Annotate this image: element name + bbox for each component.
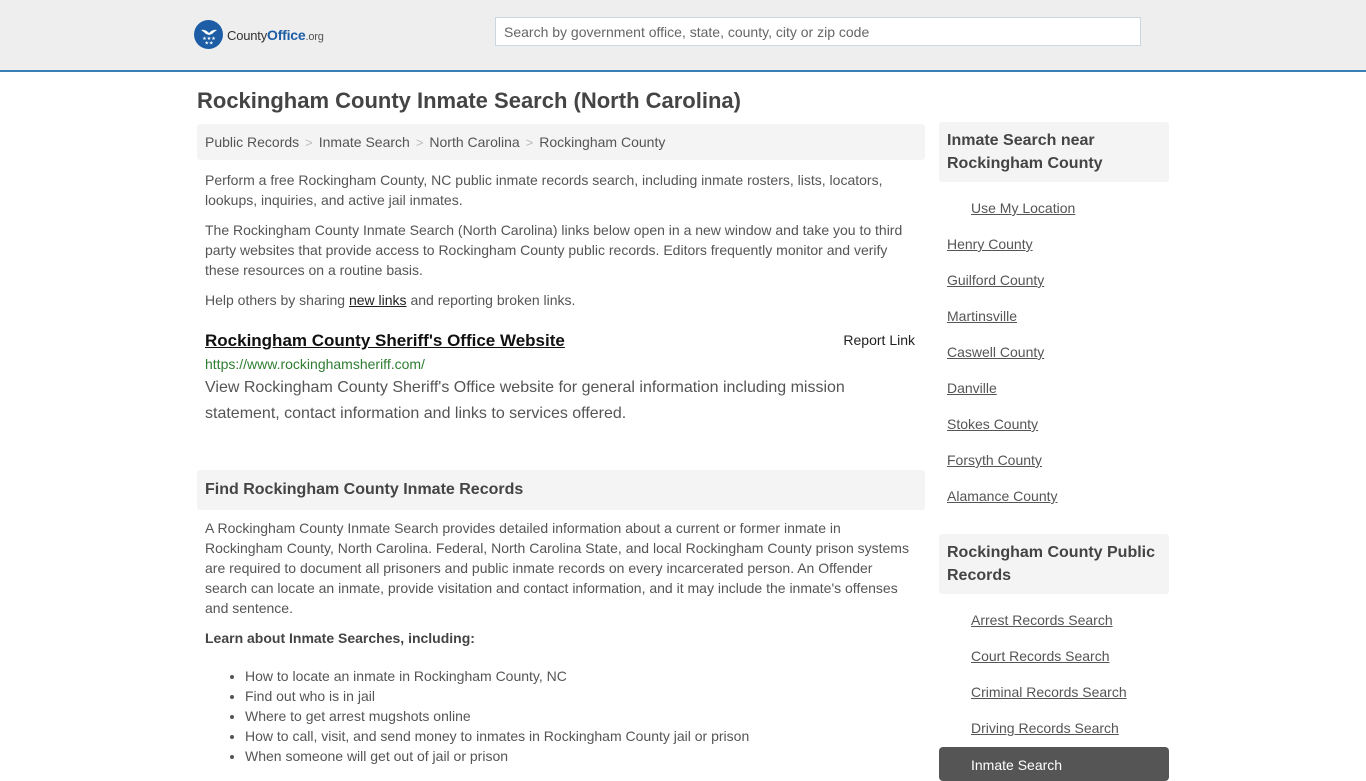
breadcrumb-rockingham-county[interactable]: Rockingham County (539, 134, 665, 150)
nearby-link[interactable]: Stokes County (947, 414, 1161, 434)
list-item: Find out who is in jail (245, 686, 925, 706)
eagle-stars-icon: ★★★ ★★ (194, 20, 223, 49)
site-logo[interactable]: ★★★ ★★ CountyOffice.org (194, 20, 324, 49)
breadcrumb-separator: > (305, 134, 313, 150)
result-title-link[interactable]: Rockingham County Sheriff's Office Websi… (205, 331, 565, 350)
nearby-link[interactable]: Forsyth County (947, 450, 1161, 470)
public-records-heading: Rockingham County Public Records (939, 534, 1169, 594)
learn-heading: Learn about Inmate Searches, including: (205, 630, 475, 646)
nearby-heading: Inmate Search near Rockingham County (939, 122, 1169, 182)
site-header: ★★★ ★★ CountyOffice.org (0, 0, 1366, 72)
sidebar: Inmate Search near Rockingham County Use… (939, 122, 1169, 781)
nearby-link[interactable]: Caswell County (947, 342, 1161, 362)
breadcrumb-separator: > (415, 134, 424, 150)
public-records-list: Arrest Records Search Court Records Sear… (939, 610, 1169, 738)
nearby-link[interactable]: Danville (947, 378, 1161, 398)
logo-text: CountyOffice.org (227, 26, 324, 43)
nearby-link[interactable]: Guilford County (947, 270, 1161, 290)
records-link[interactable]: Driving Records Search (971, 718, 1161, 738)
nearby-link[interactable]: Henry County (947, 234, 1161, 254)
result-url: https://www.rockinghamsheriff.com/ (205, 356, 425, 372)
breadcrumb-public-records[interactable]: Public Records (205, 134, 299, 150)
list-item: When someone will get out of jail or pri… (245, 746, 925, 766)
breadcrumb-north-carolina[interactable]: North Carolina (429, 134, 519, 150)
intro-paragraph: Perform a free Rockingham County, NC pub… (205, 172, 883, 208)
share-paragraph: Help others by sharing new links and rep… (205, 292, 576, 308)
main-content: Public Records > Inmate Search > North C… (197, 124, 925, 766)
breadcrumb-inmate-search[interactable]: Inmate Search (319, 134, 410, 150)
result-item: Rockingham County Sheriff's Office Websi… (197, 330, 925, 427)
breadcrumb: Public Records > Inmate Search > North C… (197, 124, 925, 160)
find-records-paragraph: A Rockingham County Inmate Search provid… (205, 520, 909, 616)
nearby-link[interactable]: Martinsville (947, 306, 1161, 326)
new-links-link[interactable]: new links (349, 292, 407, 308)
nearby-list: Use My Location Henry County Guilford Co… (939, 198, 1169, 506)
list-item: How to locate an inmate in Rockingham Co… (245, 666, 925, 686)
disclaimer-paragraph: The Rockingham County Inmate Search (Nor… (205, 222, 903, 278)
learn-list: How to locate an inmate in Rockingham Co… (197, 666, 925, 766)
records-link-active[interactable]: Inmate Search (939, 747, 1169, 781)
records-link[interactable]: Arrest Records Search (971, 610, 1161, 630)
nearby-link[interactable]: Alamance County (947, 486, 1161, 506)
records-link[interactable]: Court Records Search (971, 646, 1161, 666)
breadcrumb-separator: > (525, 134, 534, 150)
list-item: Where to get arrest mugshots online (245, 706, 925, 726)
svg-text:★★: ★★ (204, 40, 213, 46)
report-link-button[interactable]: Report Link (843, 332, 915, 348)
find-records-heading: Find Rockingham County Inmate Records (197, 470, 925, 510)
result-description: View Rockingham County Sheriff's Office … (205, 379, 845, 422)
list-item: How to call, visit, and send money to in… (245, 726, 925, 746)
use-my-location-link[interactable]: Use My Location (971, 198, 1161, 218)
search-input[interactable] (495, 17, 1141, 46)
page-title: Rockingham County Inmate Search (North C… (197, 88, 741, 113)
records-link[interactable]: Criminal Records Search (971, 682, 1161, 702)
